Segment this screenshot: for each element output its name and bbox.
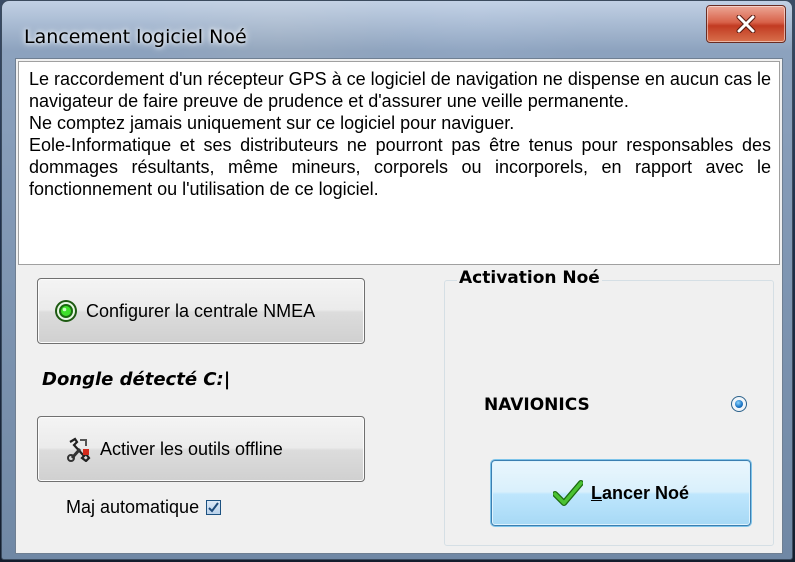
close-icon: [736, 15, 756, 33]
window-title: Lancement logiciel Noé: [24, 26, 247, 48]
radio-selected-dot: [735, 400, 743, 408]
green-status-icon: [54, 299, 78, 323]
disclaimer-paragraph: Eole-Informatique et ses distributeurs n…: [29, 135, 771, 199]
title-bar[interactable]: Lancement logiciel Noé: [2, 1, 792, 57]
auto-update-row: Maj automatique: [66, 497, 222, 518]
close-button[interactable]: [706, 5, 786, 43]
dialog-content: Le raccordement d'un récepteur GPS à ce …: [15, 58, 783, 554]
checkmark-icon: [552, 480, 583, 506]
checkbox-check-icon: [208, 502, 219, 513]
disclaimer-text-box: Le raccordement d'un récepteur GPS à ce …: [18, 61, 780, 265]
navionics-radio[interactable]: [731, 396, 747, 412]
offline-tools-label: Activer les outils offline: [100, 438, 283, 459]
launch-mnemonic: L: [590, 482, 602, 503]
auto-update-label: Maj automatique: [66, 497, 200, 517]
launch-noe-label: Lancer Noé: [591, 483, 689, 504]
activation-group-legend: Activation Noé: [457, 268, 602, 288]
disclaimer-paragraph: Ne comptez jamais uniquement sur ce logi…: [29, 113, 515, 133]
offline-tools-button[interactable]: Activer les outils offline: [37, 416, 365, 482]
tools-icon: [66, 436, 92, 462]
auto-update-checkbox[interactable]: [206, 500, 222, 515]
disclaimer-paragraph: Le raccordement d'un récepteur GPS à ce …: [29, 69, 771, 111]
launch-noe-button[interactable]: Lancer Noé: [491, 460, 751, 526]
configure-nmea-label: Configurer la centrale NMEA: [86, 300, 316, 321]
navionics-option-label: NAVIONICS: [484, 395, 590, 415]
dialog-window: Lancement logiciel Noé Le raccordement d…: [1, 0, 793, 560]
dongle-status: Dongle détecté C:|: [42, 369, 231, 390]
launch-label-rest: ancer Noé: [601, 482, 690, 503]
configure-nmea-button[interactable]: Configurer la centrale NMEA: [37, 278, 365, 344]
